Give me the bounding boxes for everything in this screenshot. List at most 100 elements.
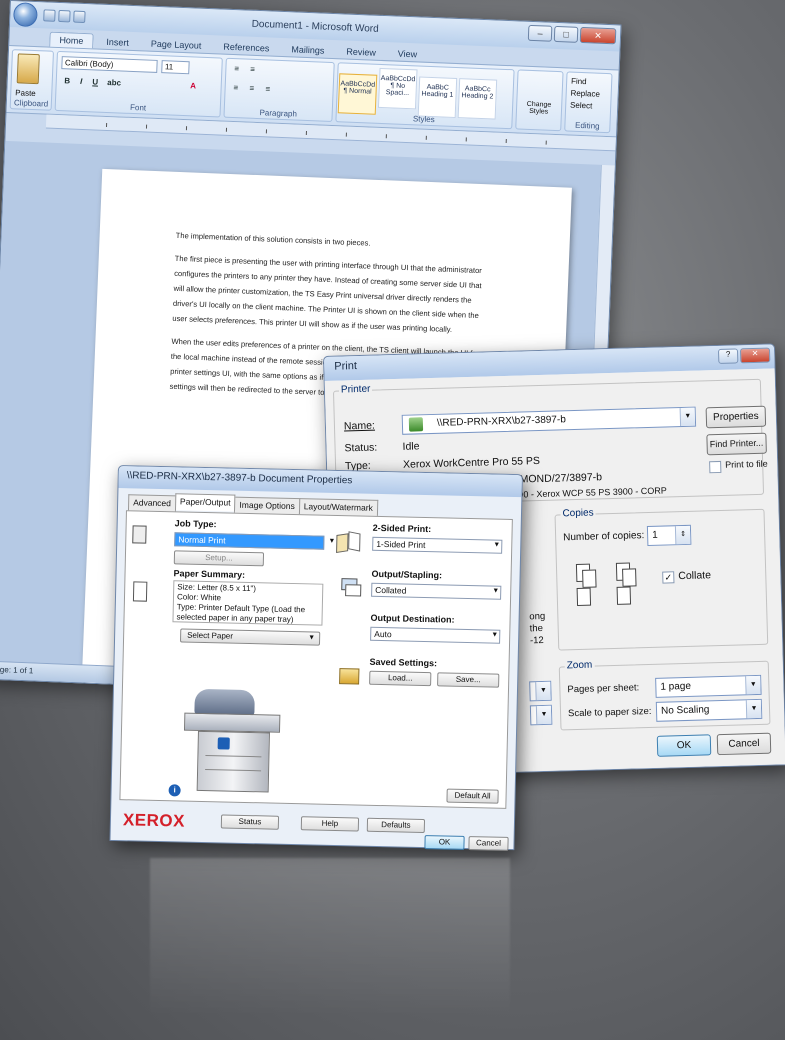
style-no-spacing-name: ¶ No Spaci...: [385, 82, 410, 98]
chevron-down-icon[interactable]: ▼: [745, 675, 761, 695]
pages-per-sheet-label: Pages per sheet:: [567, 682, 640, 696]
num-copies-value: 1: [651, 529, 658, 541]
output-destination-select[interactable]: Auto ▼: [370, 626, 501, 644]
paper-output-panel: Job Type: Normal Print ▼ Setup... Paper …: [119, 510, 513, 809]
find-button[interactable]: Find: [571, 77, 587, 87]
find-printer-button[interactable]: Find Printer...: [706, 432, 767, 456]
range-text-3: -12: [529, 634, 544, 647]
collate-checkbox[interactable]: ✓: [662, 571, 675, 584]
font-group-label: Font: [129, 102, 147, 113]
info-icon[interactable]: i: [168, 784, 181, 797]
replace-button[interactable]: Replace: [570, 89, 600, 99]
tab-home[interactable]: Home: [49, 31, 94, 49]
paste-icon[interactable]: [16, 53, 40, 85]
select-paper-label: Select Paper: [187, 630, 234, 641]
italic-icon[interactable]: I: [75, 77, 87, 88]
tab-insert[interactable]: Insert: [97, 35, 138, 51]
pages-per-sheet-select[interactable]: 1 page ▼: [655, 674, 762, 698]
default-all-button[interactable]: Default All: [446, 788, 499, 804]
chevron-down-icon[interactable]: ▼: [491, 632, 498, 639]
partial-select-1[interactable]: ▼: [529, 680, 552, 702]
select-button[interactable]: Select: [570, 101, 593, 111]
style-normal[interactable]: AaBbCcDd ¶ Normal: [337, 73, 378, 115]
job-type-select[interactable]: Normal Print ▼: [174, 532, 335, 550]
help-button[interactable]: Help: [300, 816, 360, 832]
chevron-down-icon: ▼: [308, 634, 316, 642]
styles-group: AaBbCcDd ¶ Normal AaBbCcDd ¶ No Spaci... AaB…: [335, 62, 515, 130]
font-size-box[interactable]: 11: [161, 60, 191, 75]
bullets-icon[interactable]: ≡: [230, 64, 242, 75]
spinner-icon[interactable]: ⇕: [674, 525, 691, 545]
align-left-icon[interactable]: ≡: [230, 83, 242, 94]
job-type-icon: [132, 525, 147, 544]
document-paragraph-1: The implementation of this solution cons…: [175, 230, 371, 248]
chevron-down-icon[interactable]: ▼: [535, 705, 552, 725]
tab-paper-output[interactable]: Paper/Output: [174, 493, 236, 512]
properties-ok-button[interactable]: OK: [424, 835, 465, 850]
numbering-icon[interactable]: ≡: [246, 65, 258, 76]
editing-group-label: Editing: [574, 120, 600, 131]
two-sided-label: 2-Sided Print:: [372, 522, 432, 535]
partial-select-2[interactable]: ▼: [529, 704, 553, 726]
font-color-icon[interactable]: A: [187, 81, 199, 92]
collate-pages-icon-2: [615, 562, 641, 609]
scale-select[interactable]: No Scaling ▼: [655, 698, 763, 722]
save-button[interactable]: Save...: [437, 672, 500, 688]
chevron-down-icon[interactable]: ▼: [745, 699, 762, 719]
close-icon[interactable]: ✕: [579, 26, 617, 45]
num-copies-input[interactable]: 1 ⇕: [646, 524, 692, 547]
output-stapling-value: Collated: [375, 584, 407, 596]
two-sided-select[interactable]: 1-Sided Print ▼: [372, 536, 503, 554]
copies-group-label: Copies: [560, 507, 596, 520]
paper-summary-label: Paper Summary:: [173, 568, 246, 580]
properties-button[interactable]: Properties: [705, 405, 767, 429]
tab-review[interactable]: Review: [337, 44, 385, 60]
clipboard-group-label: Clipboard: [13, 98, 49, 109]
style-no-spacing[interactable]: AaBbCcDd ¶ No Spaci...: [377, 67, 418, 110]
status-label: Status:: [344, 441, 378, 455]
bold-icon[interactable]: B: [61, 76, 73, 87]
paragraph-group-label: Paragraph: [259, 108, 298, 119]
tab-view[interactable]: View: [389, 46, 427, 61]
tab-references[interactable]: References: [214, 39, 279, 56]
status-button[interactable]: Status: [220, 814, 280, 830]
change-styles-button[interactable]: Change Styles: [517, 70, 563, 116]
chevron-down-icon[interactable]: ▼: [328, 538, 335, 545]
defaults-button[interactable]: Defaults: [366, 817, 426, 834]
select-paper-button[interactable]: Select Paper ▼: [179, 628, 321, 646]
collate-pages-icon: [575, 563, 601, 610]
style-heading2-name: Heading 2: [461, 92, 494, 101]
setup-button[interactable]: Setup...: [173, 550, 265, 567]
change-styles-group: Change Styles: [514, 69, 564, 132]
status-value: Idle: [402, 440, 420, 453]
document-paragraph-2: The first piece is presenting the user w…: [172, 253, 482, 335]
chevron-down-icon[interactable]: ▼: [492, 588, 499, 595]
print-ok-button[interactable]: OK: [656, 734, 712, 757]
tab-mailings[interactable]: Mailings: [282, 42, 334, 58]
minimize-icon[interactable]: –: [527, 24, 553, 42]
style-heading2[interactable]: AaBbCc Heading 2: [457, 78, 498, 120]
output-stapling-select[interactable]: Collated ▼: [371, 582, 502, 600]
style-heading1[interactable]: AaBbC Heading 1: [417, 76, 458, 118]
font-name-box[interactable]: Calibri (Body): [61, 56, 159, 73]
two-sided-value: 1-Sided Print: [376, 538, 426, 550]
load-button[interactable]: Load...: [369, 670, 432, 687]
output-destination-value: Auto: [374, 628, 392, 640]
print-to-file-checkbox[interactable]: [709, 460, 722, 474]
print-dialog-controls: ? ✕: [717, 347, 771, 364]
chevron-down-icon[interactable]: ▼: [679, 407, 696, 427]
maximize-icon[interactable]: □: [553, 25, 579, 43]
two-sided-icon: [336, 531, 364, 555]
chevron-down-icon[interactable]: ▼: [493, 542, 500, 549]
style-normal-name: ¶ Normal: [343, 87, 372, 96]
chevron-down-icon[interactable]: ▼: [535, 681, 551, 701]
help-icon[interactable]: ?: [717, 348, 739, 364]
properties-cancel-button[interactable]: Cancel: [468, 836, 509, 851]
close-icon[interactable]: ✕: [739, 347, 771, 364]
tab-page-layout[interactable]: Page Layout: [142, 36, 211, 53]
underline-icon[interactable]: U: [89, 77, 101, 88]
strikethrough-icon[interactable]: abc: [107, 78, 121, 89]
print-cancel-button[interactable]: Cancel: [716, 732, 772, 756]
align-right-icon[interactable]: ≡: [262, 84, 274, 95]
align-center-icon[interactable]: ≡: [246, 84, 258, 95]
